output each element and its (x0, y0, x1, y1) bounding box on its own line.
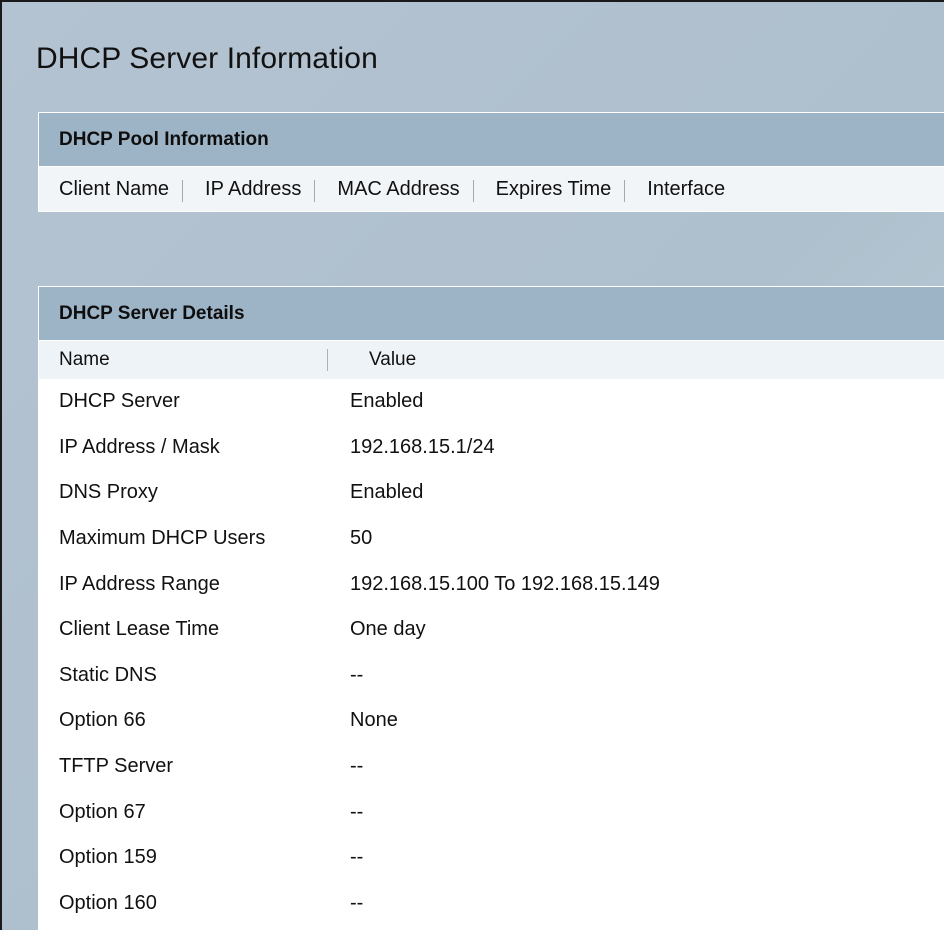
column-label: Expires Time (495, 177, 612, 200)
table-row: IP Address / Mask 192.168.15.1/24 (39, 425, 944, 471)
table-row: Option 66 None (39, 698, 944, 744)
row-name: IP Address Range (59, 572, 220, 595)
row-name: DNS Proxy (59, 481, 158, 504)
table-row: Option 67 -- (39, 789, 944, 835)
column-client-name[interactable]: Client Name (39, 177, 184, 202)
table-row: TFTP Server -- (39, 744, 944, 790)
row-name: Maximum DHCP Users (59, 527, 266, 550)
row-name: Option 66 (59, 709, 146, 732)
row-name: Option 160 (59, 891, 157, 914)
page-title: DHCP Server Information (36, 42, 378, 75)
row-value: -- (350, 891, 364, 914)
column-interface[interactable]: Interface (625, 178, 739, 201)
column-label: Client Name (59, 177, 170, 200)
row-value: -- (350, 663, 364, 686)
row-name: TFTP Server (59, 755, 174, 778)
row-value: Enabled (350, 481, 424, 504)
table-row: Option 160 -- (39, 881, 944, 927)
column-ip-address[interactable]: IP Address (183, 177, 316, 202)
row-value: 50 (350, 527, 373, 550)
column-label: Interface (647, 177, 726, 200)
table-row: Client Lease Time One day (39, 607, 944, 653)
row-value: 192.168.15.100 To 192.168.15.149 (350, 572, 660, 595)
row-value: One day (350, 618, 426, 641)
table-row: Static DNS -- (39, 653, 944, 699)
table-row: Option 159 -- (39, 835, 944, 881)
dhcp-server-details-header: DHCP Server Details (39, 287, 944, 341)
row-value: -- (350, 755, 364, 778)
dhcp-pool-panel: DHCP Pool Information Client Name IP Add… (38, 112, 944, 212)
table-row: Maximum DHCP Users 50 (39, 516, 944, 562)
table-row: DNS Proxy Enabled (39, 470, 944, 516)
row-name: DHCP Server (59, 390, 180, 413)
content-frame: DHCP Server Information DHCP Pool Inform… (0, 0, 944, 930)
row-name: Client Lease Time (59, 618, 220, 641)
dhcp-pool-column-headers: Client Name IP Address MAC Address Expir… (39, 167, 944, 211)
column-label: IP Address (205, 177, 302, 200)
column-divider[interactable] (327, 349, 328, 371)
column-value[interactable]: Value (369, 349, 416, 371)
details-column-headers: Name Value (39, 341, 944, 379)
row-value: Enabled (350, 390, 424, 413)
details-table-body: DHCP Server Enabled IP Address / Mask 19… (39, 379, 944, 930)
row-value: None (350, 709, 398, 732)
dhcp-pool-header: DHCP Pool Information (39, 113, 944, 167)
dhcp-server-details-panel: DHCP Server Details Name Value DHCP Serv… (38, 286, 944, 930)
row-name: Static DNS (59, 663, 157, 686)
row-name: IP Address / Mask (59, 435, 220, 458)
row-value: 192.168.15.1/24 (350, 435, 495, 458)
column-name[interactable]: Name (39, 349, 369, 371)
row-name: Option 67 (59, 800, 146, 823)
row-value: -- (350, 800, 364, 823)
row-value: -- (350, 846, 364, 869)
table-row: IP Address Range 192.168.15.100 To 192.1… (39, 561, 944, 607)
column-expires-time[interactable]: Expires Time (474, 177, 626, 202)
column-mac-address[interactable]: MAC Address (315, 177, 474, 202)
row-name: Option 159 (59, 846, 157, 869)
table-row: DHCP Server Enabled (39, 379, 944, 425)
column-label: MAC Address (337, 177, 460, 200)
